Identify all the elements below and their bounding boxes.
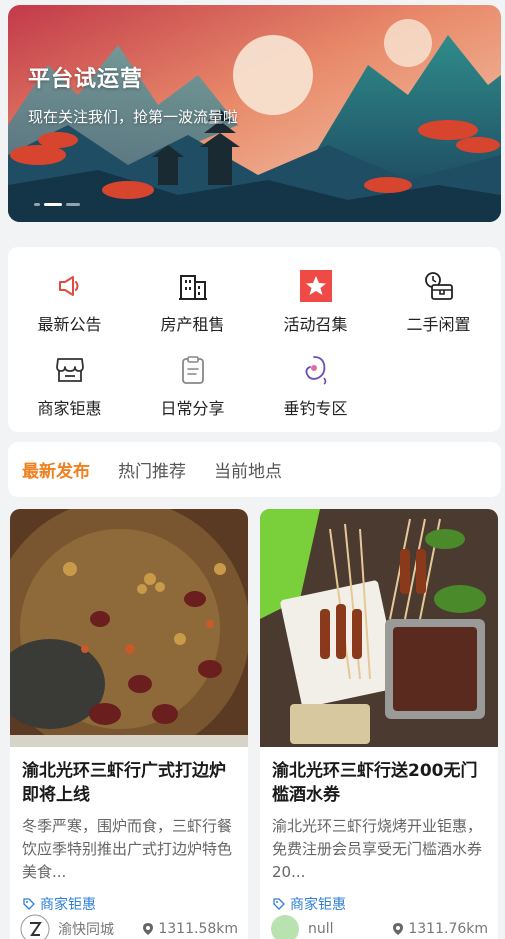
tag-icon	[273, 898, 285, 910]
building-icon	[176, 269, 210, 303]
post-tag-label: 商家钜惠	[290, 897, 346, 913]
location-pin-icon	[143, 923, 154, 935]
feed-tabs: 最新发布 热门推荐 当前地点	[8, 442, 501, 497]
clipboard-icon	[176, 353, 210, 387]
banner-title: 平台试运营	[28, 67, 144, 92]
category-label: 商家钜惠	[37, 399, 102, 418]
post-description: 冬季严寒，围炉而食，三虾行餐饮应季特别推出广式打边炉特色美食...	[22, 817, 233, 881]
post-author[interactable]: 渝快同城	[20, 914, 114, 939]
avatar	[271, 915, 299, 939]
store-icon	[53, 353, 87, 387]
post-image-bbq	[260, 509, 498, 747]
location-pin-icon	[393, 923, 404, 935]
distance-value: 1311.58km	[158, 921, 238, 937]
megaphone-icon	[53, 269, 87, 303]
category-real-estate[interactable]: 房产租售	[131, 269, 254, 335]
fishing-hook-icon	[299, 353, 333, 387]
category-events[interactable]: 活动召集	[254, 269, 377, 335]
post-card[interactable]: 渝北光环三虾行送200无门槛酒水券 渝北光环三虾行烧烤开业钜惠，免费注册会员享受…	[260, 509, 498, 939]
post-title: 渝北光环三虾行广式打边炉即将上线	[22, 761, 226, 805]
alarm-box-icon	[422, 269, 456, 303]
banner-subtitle: 现在关注我们，抢第一波流量啦	[28, 108, 239, 126]
carousel-indicator[interactable]	[34, 203, 80, 206]
carousel-dot-active[interactable]	[44, 203, 62, 206]
post-footer: 渝快同城 1311.58km	[20, 914, 238, 939]
category-grid: 最新公告 房产租售 活动召集 二手闲置 商家钜惠 日常分享 垂钓专区	[8, 247, 501, 432]
author-name: 渝快同城	[58, 922, 114, 938]
post-tag-label: 商家钜惠	[40, 897, 96, 913]
star-icon	[299, 269, 333, 303]
avatar	[20, 914, 50, 939]
tab-nearby[interactable]: 当前地点	[214, 457, 282, 482]
category-label: 房产租售	[160, 315, 225, 334]
distance-value: 1311.76km	[408, 921, 488, 937]
post-footer: null 1311.76km	[270, 914, 488, 939]
post-author[interactable]: null	[270, 914, 334, 939]
post-distance: 1311.76km	[392, 921, 488, 937]
tab-latest[interactable]: 最新发布	[22, 457, 90, 482]
category-merchant-deals[interactable]: 商家钜惠	[8, 353, 131, 419]
category-label: 最新公告	[37, 315, 102, 334]
post-card[interactable]: 渝北光环三虾行广式打边炉即将上线 冬季严寒，围炉而食，三虾行餐饮应季特别推出广式…	[10, 509, 248, 939]
post-tag[interactable]: 商家钜惠	[272, 894, 486, 914]
category-announcement[interactable]: 最新公告	[8, 269, 131, 335]
promo-banner[interactable]: 平台试运营 现在关注我们，抢第一波流量啦	[8, 5, 501, 222]
category-fishing[interactable]: 垂钓专区	[254, 353, 377, 419]
tab-hot[interactable]: 热门推荐	[118, 457, 186, 482]
category-secondhand[interactable]: 二手闲置	[377, 269, 500, 335]
author-name: null	[308, 921, 334, 937]
post-title: 渝北光环三虾行送200无门槛酒水券	[272, 761, 478, 805]
post-description: 渝北光环三虾行烧烤开业钜惠，免费注册会员享受无门槛酒水券20...	[272, 817, 483, 881]
post-image-hotpot	[10, 509, 248, 747]
tag-icon	[23, 898, 35, 910]
category-daily-share[interactable]: 日常分享	[131, 353, 254, 419]
carousel-dot[interactable]	[34, 203, 40, 206]
carousel-dot[interactable]	[66, 203, 80, 206]
category-label: 活动召集	[283, 315, 348, 334]
post-distance: 1311.58km	[142, 921, 238, 937]
category-label: 日常分享	[160, 399, 225, 418]
post-tag[interactable]: 商家钜惠	[22, 894, 236, 914]
category-label: 垂钓专区	[283, 399, 348, 418]
category-label: 二手闲置	[406, 315, 471, 334]
